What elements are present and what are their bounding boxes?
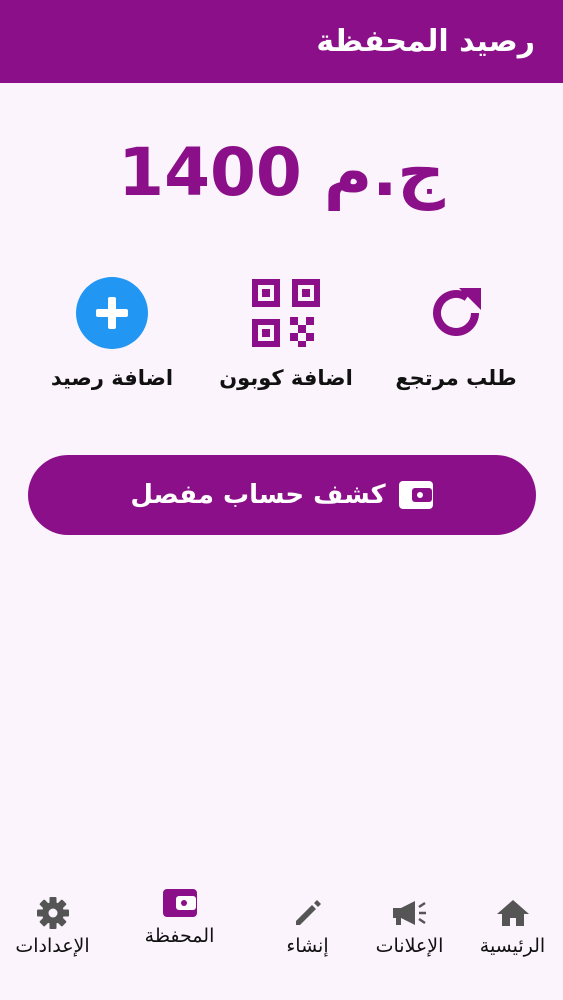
add-balance-label: اضافة رصيد bbox=[50, 366, 174, 390]
wallet-actions: طلب مرتجع اضافة كوبون اضافة رصيد bbox=[0, 275, 563, 405]
nav-item-create[interactable]: إنشاء bbox=[255, 875, 360, 1000]
refund-request-button[interactable]: طلب مرتجع bbox=[366, 275, 546, 405]
page-title: رصيد المحفظة bbox=[316, 24, 535, 59]
balance-currency: ج.م bbox=[323, 134, 445, 211]
detailed-statement-button[interactable]: كشف حساب مفصل bbox=[28, 455, 536, 535]
plus-circle-icon bbox=[76, 276, 148, 349]
balance-amount: 1400 bbox=[118, 134, 302, 211]
refund-request-label: طلب مرتجع bbox=[395, 366, 517, 390]
nav-label-home: الرئيسية bbox=[479, 935, 546, 957]
nav-label-ads: الإعلانات bbox=[375, 935, 444, 957]
wallet-icon bbox=[398, 481, 433, 509]
nav-item-ads[interactable]: الإعلانات bbox=[357, 875, 462, 1000]
nav-label-create: إنشاء bbox=[286, 935, 329, 957]
add-balance-button[interactable]: اضافة رصيد bbox=[22, 275, 202, 405]
add-coupon-label: اضافة كوبون bbox=[219, 366, 353, 390]
pencil-icon bbox=[295, 900, 321, 925]
nav-item-settings[interactable]: الإعدادات bbox=[0, 875, 105, 1000]
qr-code-icon bbox=[252, 278, 320, 347]
nav-label-wallet: المحفظة bbox=[144, 925, 215, 947]
nav-item-home[interactable]: الرئيسية bbox=[460, 875, 563, 1000]
detailed-statement-label: كشف حساب مفصل bbox=[130, 480, 386, 510]
add-coupon-button[interactable]: اضافة كوبون bbox=[196, 275, 376, 405]
nav-item-wallet[interactable]: المحفظة bbox=[127, 875, 232, 1000]
nav-label-settings: الإعدادات bbox=[15, 935, 90, 957]
gear-icon bbox=[36, 897, 69, 929]
app-bar: رصيد المحفظة bbox=[0, 0, 563, 83]
wallet-balance: ج.م 1400 bbox=[0, 125, 563, 220]
megaphone-icon bbox=[392, 901, 426, 925]
refresh-icon bbox=[433, 287, 481, 336]
wallet-icon bbox=[162, 889, 197, 917]
home-icon bbox=[496, 900, 529, 926]
bottom-navigation: الرئيسية الإعلانات إنشاء المحفظة الإعداد… bbox=[0, 875, 563, 1000]
